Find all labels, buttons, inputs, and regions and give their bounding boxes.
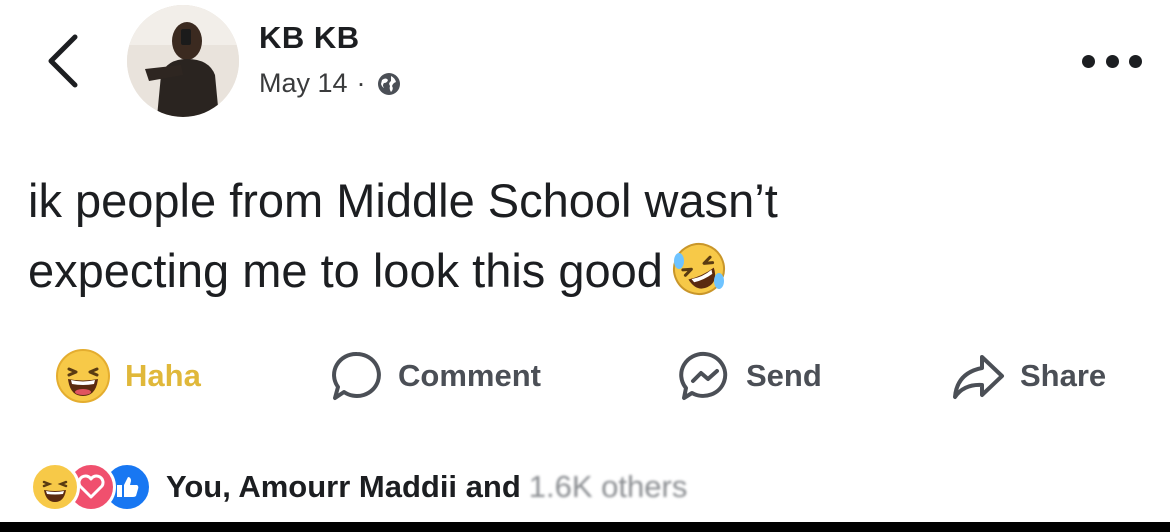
haha-reaction-icon xyxy=(30,462,80,512)
more-options-button[interactable] xyxy=(1082,48,1142,74)
globe-icon xyxy=(377,72,400,95)
post-text-line: expecting me to look this good xyxy=(28,244,663,297)
post-text-line-2: expecting me to look this good xyxy=(28,236,1148,316)
chevron-left-icon xyxy=(48,34,78,88)
reactions-text: You, Amourr Maddii and 1.6K others xyxy=(166,469,687,505)
share-arrow-icon xyxy=(953,355,1004,399)
haha-label: Haha xyxy=(125,358,201,393)
reactions-names: You, Amourr Maddii and xyxy=(166,469,521,504)
post-action-bar: Haha Comment Send Share xyxy=(0,340,1170,412)
haha-reaction-button[interactable]: Haha xyxy=(55,340,201,412)
rolling-on-floor-laughing-emoji-icon xyxy=(671,241,727,316)
send-label: Send xyxy=(746,358,822,393)
share-label: Share xyxy=(1020,358,1107,393)
avatar[interactable] xyxy=(127,5,239,117)
messenger-icon xyxy=(679,351,728,400)
more-dot xyxy=(1082,54,1095,68)
post-date[interactable]: May 14 xyxy=(259,68,348,99)
bottom-edge xyxy=(0,522,1170,532)
post-body: ik people from Middle School wasn’t expe… xyxy=(28,166,1148,316)
more-dot xyxy=(1129,54,1142,68)
back-button[interactable] xyxy=(38,30,88,92)
comment-button[interactable]: Comment xyxy=(330,340,541,412)
comment-label: Comment xyxy=(398,358,541,393)
post-meta: May 14 · xyxy=(259,68,402,99)
send-button[interactable]: Send xyxy=(678,340,822,412)
reactions-count-obscured: 1.6K others xyxy=(528,469,688,504)
share-button[interactable]: Share xyxy=(950,340,1106,412)
post-text-line: ik people from Middle School wasn’t xyxy=(28,174,778,227)
more-dot xyxy=(1105,54,1119,68)
avatar-photo xyxy=(127,5,239,117)
meta-separator: · xyxy=(356,68,366,98)
reaction-icons xyxy=(30,462,152,512)
author-name[interactable]: KB KB xyxy=(259,20,360,56)
reactions-summary[interactable]: You, Amourr Maddii and 1.6K others xyxy=(30,455,687,519)
comment-bubble-icon xyxy=(332,351,381,400)
haha-emoji-icon xyxy=(56,349,110,403)
